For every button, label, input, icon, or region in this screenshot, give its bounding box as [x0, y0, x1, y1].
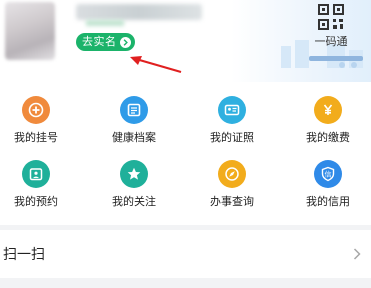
svg-text:信: 信 [325, 170, 332, 179]
real-name-verify-button[interactable]: 去实名 [76, 33, 135, 51]
user-header: 去实名 一码通 [0, 0, 371, 82]
service-label: 我的预约 [14, 195, 58, 208]
service-health-record[interactable]: 健康档案 [88, 96, 180, 152]
service-label: 我的关注 [112, 195, 156, 208]
user-id-blurred [86, 20, 124, 26]
scan-row[interactable]: 扫一扫 [0, 230, 371, 278]
service-label: 我的信用 [306, 195, 350, 208]
user-name-blurred [76, 4, 202, 20]
calendar-icon [22, 160, 50, 188]
service-label: 我的证照 [210, 131, 254, 144]
scan-label: 扫一扫 [3, 247, 45, 263]
chevron-right-icon [353, 245, 361, 264]
service-label: 健康档案 [112, 131, 156, 144]
service-my-registration[interactable]: 我的挂号 [0, 96, 82, 152]
verify-label: 去实名 [82, 35, 117, 48]
service-my-follows[interactable]: 我的关注 [88, 160, 180, 216]
qr-code-button[interactable]: 一码通 [310, 4, 352, 56]
qr-code-label: 一码通 [314, 35, 348, 48]
service-label: 我的缴费 [306, 131, 350, 144]
service-my-payments[interactable]: 我的缴费 [282, 96, 371, 152]
annotation-arrow-icon [130, 56, 182, 74]
plus-icon [22, 96, 50, 124]
service-grid: 我的挂号 健康档案 我的证照 我的缴费 我的预约 我的关注 办事查询 信 我的信… [0, 82, 371, 225]
service-label: 办事查询 [210, 195, 254, 208]
star-icon [120, 160, 148, 188]
profile-page: 去实名 一码通 我的挂号 健康档案 我的证照 我的缴费 我的预约 我的关注 办事… [0, 0, 371, 288]
service-affairs-inquiry[interactable]: 办事查询 [186, 160, 278, 216]
service-my-appointments[interactable]: 我的预约 [0, 160, 82, 216]
service-label: 我的挂号 [14, 131, 58, 144]
yuan-icon [314, 96, 342, 124]
chevron-right-icon [119, 36, 131, 48]
credit-icon: 信 [314, 160, 342, 188]
service-my-licenses[interactable]: 我的证照 [186, 96, 278, 152]
qr-code-icon [318, 4, 344, 30]
compass-icon [218, 160, 246, 188]
avatar[interactable] [5, 2, 55, 60]
id-card-icon [218, 96, 246, 124]
document-icon [120, 96, 148, 124]
service-my-credit[interactable]: 信 我的信用 [282, 160, 371, 216]
